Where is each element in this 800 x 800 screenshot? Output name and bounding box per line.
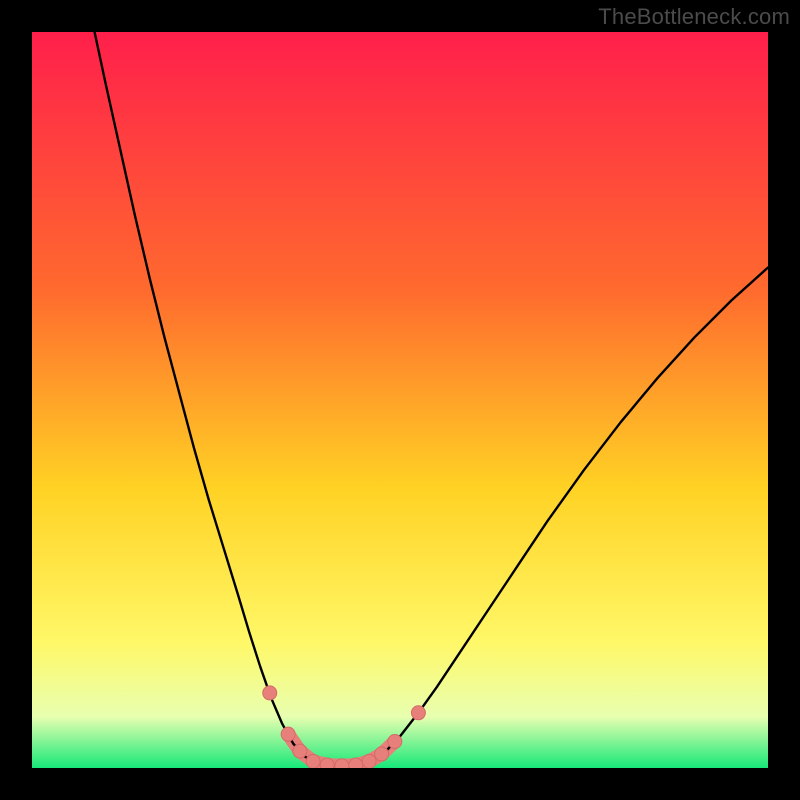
plot-svg <box>32 32 768 768</box>
highlight-dot <box>375 747 389 761</box>
highlight-dot <box>293 744 307 758</box>
highlight-dot <box>335 759 349 768</box>
highlight-dot <box>349 758 363 768</box>
highlight-dot <box>306 754 320 768</box>
highlight-dot <box>362 754 376 768</box>
highlight-dot <box>388 735 402 749</box>
highlight-dot <box>281 727 295 741</box>
gradient-background <box>32 32 768 768</box>
plot-area <box>32 32 768 768</box>
highlight-dot <box>411 706 425 720</box>
watermark-text: TheBottleneck.com <box>598 4 790 30</box>
highlight-dot <box>320 758 334 768</box>
chart-frame: TheBottleneck.com <box>0 0 800 800</box>
highlight-dot <box>263 686 277 700</box>
